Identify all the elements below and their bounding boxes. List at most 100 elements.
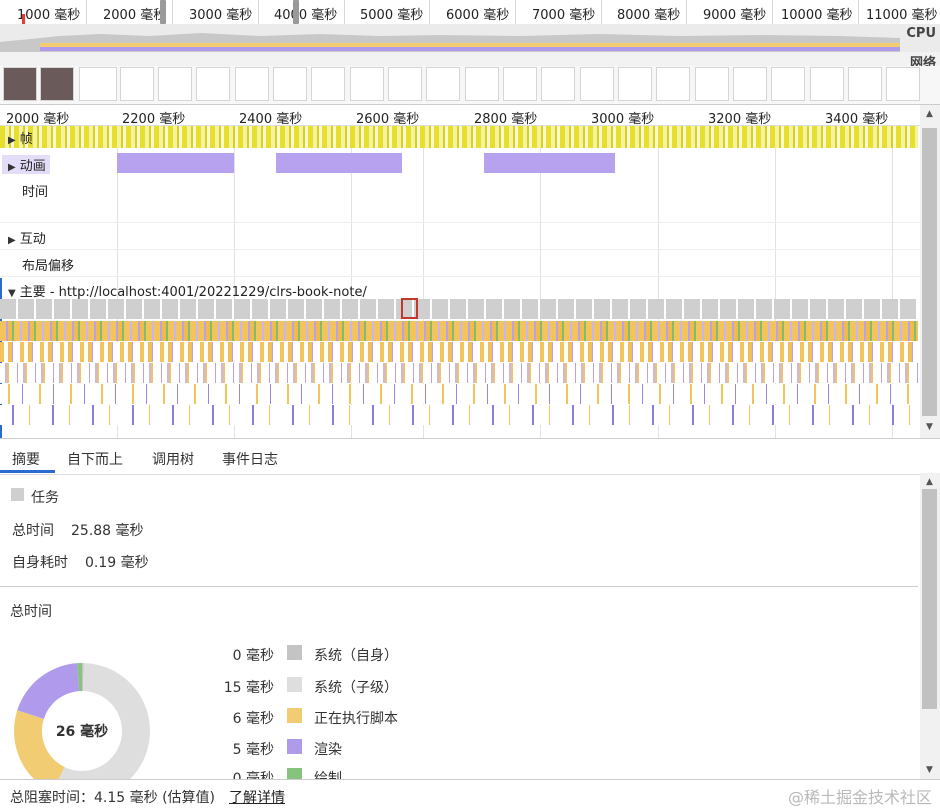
flame-chart-row[interactable] [0, 405, 918, 425]
screenshot-thumbnail[interactable] [733, 67, 767, 101]
self-time-value: 0.19 毫秒 [85, 555, 149, 571]
legend-label: 正在执行脚本 [314, 711, 398, 727]
screenshot-thumbnail[interactable] [656, 67, 690, 101]
overview-tick: 11000 毫秒 [866, 8, 938, 23]
legend-swatch-system-self [287, 645, 302, 660]
screenshot-thumbnail[interactable] [695, 67, 729, 101]
watermark: @稀土掘金技术社区 [787, 788, 932, 807]
screenshot-thumbnail[interactable] [235, 67, 269, 101]
overview-tick: 3000 毫秒 [189, 8, 253, 23]
overview-window-left-handle[interactable] [160, 0, 166, 24]
scroll-down-arrow-icon[interactable]: ▼ [926, 765, 933, 775]
overview-tick: 5000 毫秒 [360, 8, 424, 23]
detail-tick: 2000 毫秒 [6, 112, 70, 127]
track-animations[interactable]: ▶ 动画 [2, 155, 50, 174]
track-separator [0, 249, 920, 250]
detail-tick: 2200 毫秒 [122, 112, 186, 127]
legend-value: 5 毫秒 [232, 742, 274, 758]
frames-track[interactable] [0, 126, 918, 148]
screenshot-thumbnail[interactable] [350, 67, 384, 101]
screenshot-thumbnail[interactable] [158, 67, 192, 101]
screenshot-thumbnail[interactable] [426, 67, 460, 101]
track-layout-shifts[interactable]: 布局偏移 [22, 255, 74, 274]
track-separator [0, 222, 920, 223]
total-blocking-time: 总阻塞时间：4.15 毫秒 (估算值) [10, 790, 215, 806]
flame-chart-row[interactable] [0, 363, 918, 383]
overview-tick: 6000 毫秒 [446, 8, 510, 23]
screenshot-thumbnail[interactable] [120, 67, 154, 101]
donut-center-label: 26 毫秒 [56, 723, 108, 740]
scroll-up-arrow-icon[interactable]: ▲ [926, 477, 933, 487]
overview-tick: 9000 毫秒 [703, 8, 767, 23]
screenshot-thumbnail[interactable] [3, 67, 37, 101]
expand-triangle-icon[interactable]: ▶ [8, 235, 16, 246]
screenshot-thumbnail[interactable] [580, 67, 614, 101]
animation-bar[interactable] [484, 153, 615, 173]
legend-swatch-system-children [287, 677, 302, 692]
overview-tick: 8000 毫秒 [617, 8, 681, 23]
animation-bar[interactable] [276, 153, 402, 173]
legend-label: 系统（子级） [314, 680, 398, 696]
screenshot-thumbnail[interactable] [79, 67, 117, 101]
flame-chart-row[interactable] [0, 321, 918, 341]
overview-window-right-handle[interactable] [293, 0, 299, 24]
tab-call-tree[interactable]: 调用树 [152, 449, 194, 469]
detail-tick: 2400 毫秒 [239, 112, 303, 127]
cpu-activity-chart[interactable] [0, 24, 940, 52]
detail-ruler[interactable]: 2000 毫秒 2200 毫秒 2400 毫秒 2600 毫秒 2800 毫秒 … [0, 105, 920, 127]
learn-more-link[interactable]: 了解详情 [229, 787, 285, 807]
screenshot-thumbnail[interactable] [771, 67, 805, 101]
legend-swatch-scripting [287, 708, 302, 723]
legend-label: 渲染 [314, 742, 342, 758]
screenshot-thumbnail[interactable] [388, 67, 422, 101]
screenshot-thumbnail[interactable] [503, 67, 537, 101]
total-time-value: 25.88 毫秒 [71, 523, 144, 539]
summary-title: 任务 [31, 490, 59, 506]
screenshot-thumbnail[interactable] [273, 67, 307, 101]
screenshot-thumbnail[interactable] [848, 67, 882, 101]
tab-bottom-up[interactable]: 自下而上 [67, 449, 123, 469]
tab-event-log[interactable]: 事件日志 [222, 449, 278, 469]
flame-chart-row[interactable] [0, 342, 918, 362]
detail-tick: 3400 毫秒 [825, 112, 889, 127]
animation-bar[interactable] [117, 153, 234, 173]
tab-summary[interactable]: 摘要 [12, 449, 40, 469]
screenshot-thumbnail[interactable] [541, 67, 575, 101]
screenshot-filmstrip[interactable] [0, 66, 940, 105]
legend-swatch-rendering [287, 739, 302, 754]
selected-task-highlight[interactable] [401, 298, 418, 319]
collapse-triangle-icon[interactable]: ▼ [8, 288, 16, 299]
screenshot-thumbnail[interactable] [886, 67, 920, 101]
self-time-label: 自身耗时 [12, 555, 68, 571]
screenshot-thumbnail[interactable] [810, 67, 844, 101]
main-thread-task-row[interactable] [0, 299, 918, 319]
legend-swatch-painting [287, 768, 302, 779]
screenshot-thumbnail[interactable] [40, 67, 74, 101]
scroll-up-arrow-icon[interactable]: ▲ [926, 109, 933, 119]
scroll-down-arrow-icon[interactable]: ▼ [926, 422, 933, 432]
detail-tick: 3200 毫秒 [708, 112, 772, 127]
track-main[interactable]: ▼ 主要 - http://localhost:4001/20221229/clr… [8, 281, 367, 300]
track-timings[interactable]: 时间 [22, 181, 48, 200]
overview-ruler[interactable]: 1000 毫秒 2000 毫秒 3000 毫秒 4000 毫秒 5000 毫秒 … [0, 0, 940, 25]
overview-tick: 10000 毫秒 [781, 8, 853, 23]
screenshot-thumbnail[interactable] [618, 67, 652, 101]
overview-tick: 1000 毫秒 [17, 8, 81, 23]
flame-chart-row[interactable] [0, 384, 918, 404]
summary-scrollbar-thumb[interactable] [922, 489, 937, 709]
detail-tick: 2600 毫秒 [356, 112, 420, 127]
screenshot-thumbnail[interactable] [311, 67, 345, 101]
track-frames[interactable]: ▶ 帧 [8, 128, 33, 147]
expand-triangle-icon[interactable]: ▶ [8, 162, 16, 173]
overview-tick: 4000 毫秒 [274, 8, 338, 23]
summary-divider [0, 586, 918, 587]
screenshot-thumbnail[interactable] [465, 67, 499, 101]
track-frames-label: 帧 [19, 132, 33, 147]
timeline-scrollbar-thumb[interactable] [922, 128, 937, 416]
screenshot-thumbnail[interactable] [196, 67, 230, 101]
track-main-label: 主要 - http://localhost:4001/20221229/clrs… [19, 285, 367, 300]
track-separator [0, 276, 920, 277]
track-animations-label: 动画 [19, 159, 46, 174]
track-interactions[interactable]: ▶ 互动 [8, 228, 46, 247]
expand-triangle-icon[interactable]: ▶ [8, 135, 16, 146]
